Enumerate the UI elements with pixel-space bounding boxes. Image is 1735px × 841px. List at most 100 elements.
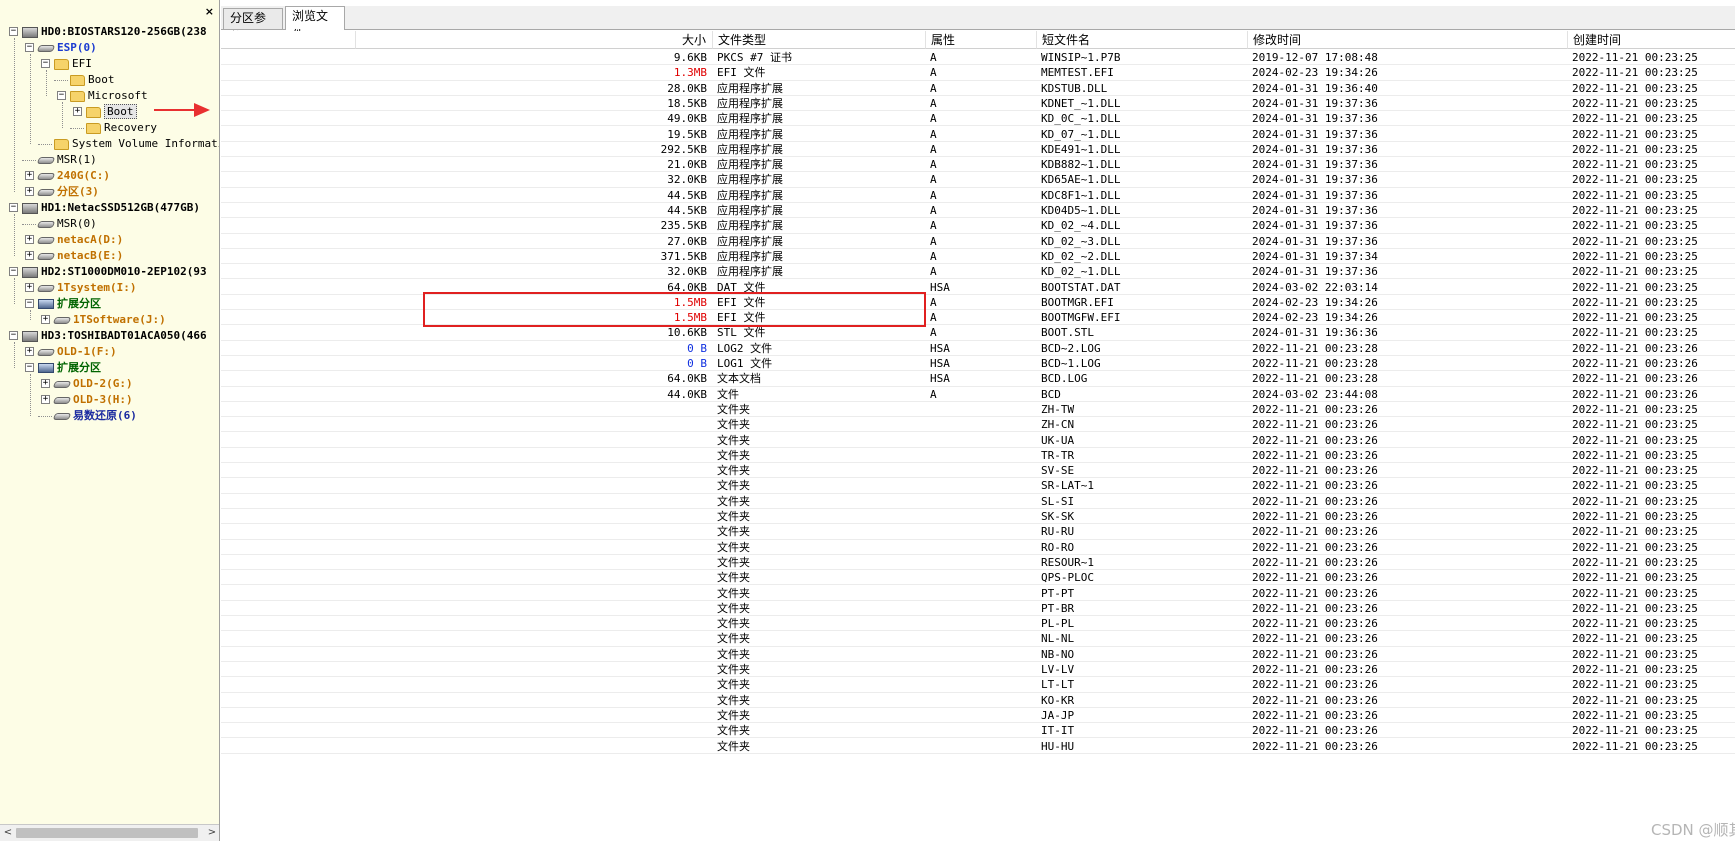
- tree-node[interactable]: HD0:BIOSTARS120-256GB(238: [22, 24, 207, 40]
- table-row[interactable]: memtest.efi 1.3MB EFI 文件 A MEMTEST.EFI 2024-0…: [221, 65, 1735, 81]
- table-row[interactable]: BOOTSTAT.DAT 64.0KB DAT 文件 HSA BOOTSTAT.DAT 2…: [221, 280, 1735, 295]
- table-row[interactable]: sk-SK 文件夹 SK-SK 2022-11-21 00:23:26 2022-11-…: [221, 509, 1735, 525]
- table-row[interactable]: ru-RU 文件夹 RU-RU 2022-11-21 00:23:26 2022-11-…: [221, 524, 1735, 540]
- table-row[interactable]: BCD.LOG1 0 B LOG1 文件 HSA BCD~1.LOG 2022-11-21…: [221, 356, 1735, 372]
- tab-partition-params[interactable]: 分区参数: [223, 8, 283, 44]
- collapse-icon[interactable]: −: [9, 203, 18, 212]
- table-row[interactable]: kd_02_15b3.dll 44.5KB 应用程序扩展 A KD04D5~1.DLL 2…: [221, 203, 1735, 219]
- scrollbar-thumb[interactable]: [16, 828, 198, 838]
- tree-node[interactable]: Boot: [86, 104, 137, 120]
- tree-node[interactable]: 1TSoftware(J:): [52, 312, 166, 328]
- table-row[interactable]: ko-KR 文件夹 KO-KR 2022-11-21 00:23:26 2022-11-…: [221, 693, 1735, 708]
- table-row[interactable]: zh-TW 文件夹 ZH-TW 2022-11-21 00:23:26 2022-11-…: [221, 402, 1735, 418]
- expand-icon[interactable]: +: [41, 395, 50, 404]
- table-row[interactable]: nb-NO 文件夹 NB-NO 2022-11-21 00:23:26 2022-11-…: [221, 647, 1735, 662]
- table-row[interactable]: kd_02_1137.dll 27.0KB 应用程序扩展 A KD_02_~3.DLL 2…: [221, 234, 1735, 249]
- collapse-icon[interactable]: −: [25, 363, 34, 372]
- table-row[interactable]: zh-CN 文件夹 ZH-CN 2022-11-21 00:23:26 2022-11-…: [221, 417, 1735, 433]
- tab-browse-files[interactable]: 浏览文件: [285, 6, 345, 42]
- tree-node[interactable]: 扩展分区: [38, 360, 101, 376]
- table-row[interactable]: pt-PT 文件夹 PT-PT 2022-11-21 00:23:26 2022-11-…: [221, 586, 1735, 601]
- table-row[interactable]: qps-ploc 文件夹 QPS-PLOC 2022-11-21 00:23:26 20…: [221, 570, 1735, 586]
- table-row[interactable]: lt-LT 文件夹 LT-LT 2022-11-21 00:23:26 2022-11-…: [221, 677, 1735, 693]
- table-row[interactable]: boot.stl 10.6KB STL 文件 A BOOT.STL 2024-01-31 …: [221, 325, 1735, 341]
- tree-node[interactable]: System Volume Informati: [54, 136, 219, 152]
- table-row[interactable]: sl-SI 文件夹 SL-SI 2022-11-21 00:23:26 2022-11-…: [221, 494, 1735, 509]
- tree-node[interactable]: 易数还原(6): [52, 408, 137, 424]
- table-row[interactable]: winsipolicy.p7b 9.6KB PKCS #7 证书 A WINSIP~1.…: [221, 50, 1735, 66]
- table-row[interactable]: sv-SE 文件夹 SV-SE 2022-11-21 00:23:26 2022-11-…: [221, 463, 1735, 479]
- expand-icon[interactable]: +: [41, 315, 50, 324]
- tree-node[interactable]: MSR(1): [36, 152, 97, 168]
- column-header-type[interactable]: 文件类型: [713, 31, 926, 49]
- expand-icon[interactable]: +: [25, 347, 34, 356]
- collapse-icon[interactable]: −: [9, 27, 18, 36]
- table-row[interactable]: ro-RO 文件夹 RO-RO 2022-11-21 00:23:26 2022-11-…: [221, 540, 1735, 555]
- expand-icon[interactable]: +: [25, 283, 34, 292]
- table-row[interactable]: kd_07_1415.dll 19.5KB 应用程序扩展 A KD_07_~1.DLL 2…: [221, 127, 1735, 142]
- tree-node[interactable]: OLD-3(H:): [52, 392, 133, 408]
- table-row[interactable]: kd_0C_8086.dll 49.0KB 应用程序扩展 A KD_0C_~1.DLL 2…: [221, 111, 1735, 127]
- table-row[interactable]: bootmgfw.efi 1.5MB EFI 文件 A BOOTMGFW.EFI 2024…: [221, 310, 1735, 326]
- table-row[interactable]: tr-TR 文件夹 TR-TR 2022-11-21 00:23:26 2022-11-…: [221, 448, 1735, 464]
- table-row[interactable]: kdstub.dll 28.0KB 应用程序扩展 A KDSTUB.DLL 2024-01…: [221, 81, 1735, 96]
- expand-icon[interactable]: +: [73, 107, 82, 116]
- tree-node[interactable]: Recovery: [86, 120, 157, 136]
- table-row[interactable]: lv-LV 文件夹 LV-LV 2022-11-21 00:23:26 2022-11-…: [221, 662, 1735, 678]
- tree-node[interactable]: OLD-1(F:): [36, 344, 117, 360]
- scroll-left-arrow-icon[interactable]: <: [0, 825, 16, 841]
- table-row[interactable]: pt-BR 文件夹 PT-BR 2022-11-21 00:23:26 2022-11-…: [221, 601, 1735, 617]
- table-row[interactable]: it-IT 文件夹 IT-IT 2022-11-21 00:23:26 2022-11-…: [221, 723, 1735, 739]
- collapse-icon[interactable]: −: [41, 59, 50, 68]
- tree-node[interactable]: 240G(C:): [36, 168, 110, 184]
- tree-node[interactable]: HD2:ST1000DM010-2EP102(93: [22, 264, 207, 280]
- table-row[interactable]: kd_02_10df.dll 32.0KB 应用程序扩展 A KD_02_~1.DLL 2…: [221, 264, 1735, 280]
- collapse-icon[interactable]: −: [9, 267, 18, 276]
- table-row[interactable]: hu-HU 文件夹 HU-HU 2022-11-21 00:23:26 2022-11-…: [221, 739, 1735, 754]
- scroll-right-arrow-icon[interactable]: >: [204, 825, 219, 841]
- expand-icon[interactable]: +: [25, 171, 34, 180]
- table-row[interactable]: kdnet_uart16550.dll 18.5KB 应用程序扩展 A KDNET_~1…: [221, 96, 1735, 112]
- expand-icon[interactable]: +: [25, 187, 34, 196]
- table-row[interactable]: uk-UA 文件夹 UK-UA 2022-11-21 00:23:26 2022-11-…: [221, 433, 1735, 448]
- collapse-icon[interactable]: −: [57, 91, 66, 100]
- expand-icon[interactable]: +: [41, 379, 50, 388]
- tree-node[interactable]: 1Tsystem(I:): [36, 280, 136, 296]
- column-header-name[interactable]: ⬇名称: [221, 31, 356, 49]
- tree-node[interactable]: MSR(0): [36, 216, 97, 232]
- table-row[interactable]: BCD 44.0KB 文件 A BCD 2024-03-02 23:44:08 2022-1…: [221, 387, 1735, 402]
- table-row[interactable]: kd_02_10ec.dll 371.5KB 应用程序扩展 A KD_02_~2.DLL…: [221, 249, 1735, 265]
- collapse-icon[interactable]: −: [9, 331, 18, 340]
- table-row[interactable]: kd_02_14e4.dll 235.5KB 应用程序扩展 A KD_02_~4.DLL…: [221, 218, 1735, 234]
- table-row[interactable]: Resources 文件夹 RESOUR~1 2022-11-21 00:23:26 2…: [221, 555, 1735, 571]
- expand-icon[interactable]: +: [25, 251, 34, 260]
- tree-node[interactable]: netacB(E:): [36, 248, 123, 264]
- tree-node[interactable]: HD1:NetacSSD512GB(477GB): [22, 200, 200, 216]
- tree-node[interactable]: Boot: [70, 72, 115, 88]
- table-row[interactable]: BCD.LOG2 0 B LOG2 文件 HSA BCD~2.LOG 2022-11-21…: [221, 341, 1735, 356]
- collapse-icon[interactable]: −: [25, 43, 34, 52]
- close-icon[interactable]: ×: [205, 5, 214, 18]
- collapse-icon[interactable]: −: [25, 299, 34, 308]
- table-row[interactable]: bootmgr.efi 1.5MB EFI 文件 A BOOTMGR.EFI 2024-0…: [221, 295, 1735, 311]
- table-row[interactable]: kd_02_19a2.dll 32.0KB 应用程序扩展 A KD65AE~1.DLL 2…: [221, 172, 1735, 188]
- expand-icon[interactable]: +: [25, 235, 34, 244]
- column-header-created[interactable]: 创建时间: [1568, 31, 1735, 49]
- column-header-attr[interactable]: 属性: [926, 31, 1037, 49]
- column-header-short[interactable]: 短文件名: [1037, 31, 1248, 49]
- table-row[interactable]: kd_02_1969.dll 44.5KB 应用程序扩展 A KDC8F1~1.DLL 2…: [221, 188, 1735, 203]
- table-row[interactable]: nl-NL 文件夹 NL-NL 2022-11-21 00:23:26 2022-11-…: [221, 631, 1735, 647]
- tree-horizontal-scrollbar[interactable]: < >: [0, 824, 219, 841]
- tree-node[interactable]: EFI: [54, 56, 92, 72]
- table-row[interactable]: ja-JP 文件夹 JA-JP 2022-11-21 00:23:26 2022-11-…: [221, 708, 1735, 724]
- tree-node[interactable]: 分区(3): [36, 184, 99, 200]
- tree-node[interactable]: ESP(0): [36, 40, 97, 56]
- tree-node[interactable]: netacA(D:): [36, 232, 123, 248]
- table-row[interactable]: pl-PL 文件夹 PL-PL 2022-11-21 00:23:26 2022-11-…: [221, 616, 1735, 632]
- tree-node[interactable]: Microsoft: [70, 88, 148, 104]
- column-header-size[interactable]: 大小: [356, 31, 713, 49]
- table-row[interactable]: BCD.LOG 64.0KB 文本文档 HSA BCD.LOG 2022-11-21 00…: [221, 371, 1735, 387]
- tree-node[interactable]: OLD-2(G:): [52, 376, 133, 392]
- column-header-modified[interactable]: 修改时间: [1248, 31, 1568, 49]
- tree-node[interactable]: 扩展分区: [38, 296, 101, 312]
